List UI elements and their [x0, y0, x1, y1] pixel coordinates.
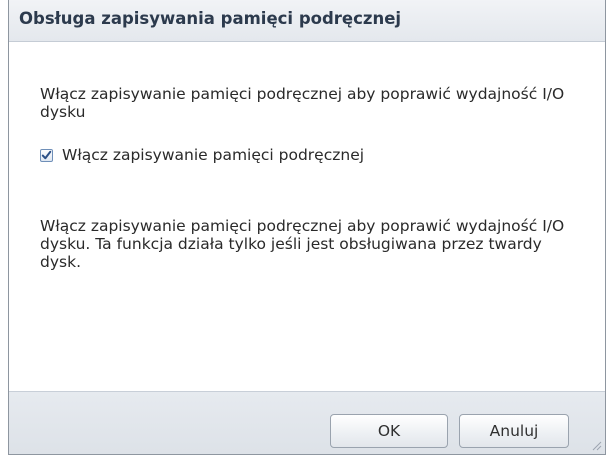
description-text: Włącz zapisywanie pamięci podręcznej aby… [40, 217, 565, 271]
cancel-button[interactable]: Anuluj [459, 414, 569, 448]
resize-grip-icon[interactable] [590, 439, 602, 451]
dialog-footer: OK Anuluj [9, 391, 605, 454]
dialog-title: Obsługa zapisywania pamięci podręcznej [19, 9, 402, 28]
checkmark-icon [41, 150, 52, 159]
write-cache-checkbox-row[interactable]: Włącz zapisywanie pamięci podręcznej [40, 146, 364, 164]
intro-text: Włącz zapisywanie pamięci podręcznej aby… [40, 85, 565, 121]
cache-settings-dialog: Obsługa zapisywania pamięci podręcznej W… [8, 0, 606, 455]
write-cache-checkbox[interactable] [40, 148, 53, 162]
write-cache-checkbox-label[interactable]: Włącz zapisywanie pamięci podręcznej [62, 146, 364, 164]
dialog-titlebar[interactable]: Obsługa zapisywania pamięci podręcznej [9, 0, 605, 42]
ok-button[interactable]: OK [330, 414, 448, 448]
dialog-content: Włącz zapisywanie pamięci podręcznej aby… [9, 42, 605, 391]
